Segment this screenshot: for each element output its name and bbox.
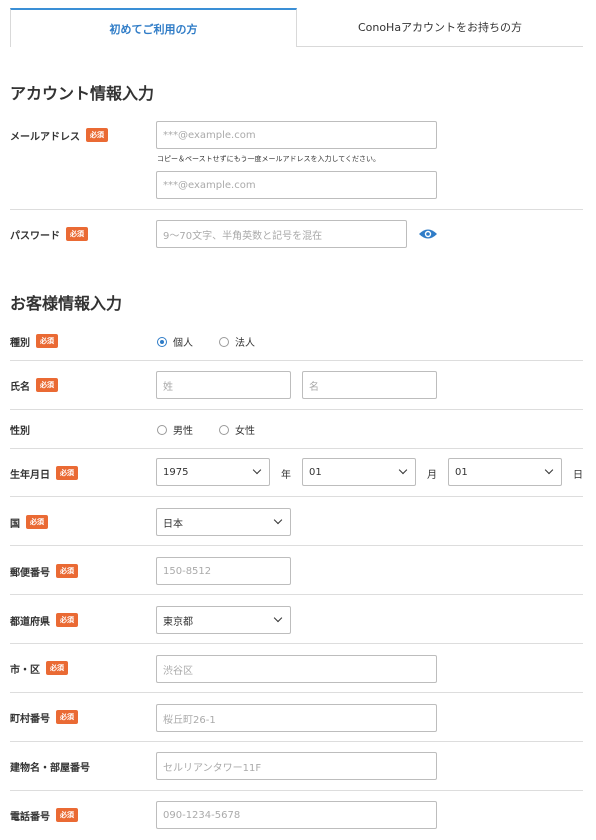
postal-label-text: 郵便番号 <box>10 567 50 579</box>
birth-label: 生年月日 必須 <box>10 465 78 481</box>
required-badge: 必須 <box>56 710 78 724</box>
required-badge: 必須 <box>56 808 78 822</box>
divider <box>10 692 583 693</box>
type-option-label: 個人 <box>173 338 193 349</box>
email-confirm-field[interactable]: ***@example.com <box>156 171 437 199</box>
city-field[interactable]: 渋谷区 <box>156 655 437 683</box>
divider <box>10 409 583 410</box>
year-unit: 年 <box>281 470 291 481</box>
tab-existing-account[interactable]: ConoHaアカウントをお持ちの方 <box>297 8 583 47</box>
required-badge: 必須 <box>86 128 108 142</box>
account-section-title: アカウント情報入力 <box>10 84 155 103</box>
birth-day-select[interactable]: 01 <box>448 458 562 486</box>
radio-checked-icon <box>157 336 167 347</box>
divider <box>10 209 583 210</box>
country-value: 日本 <box>163 518 183 530</box>
gender-option-label: 女性 <box>235 426 255 437</box>
type-label-text: 種別 <box>10 337 30 349</box>
phone-label: 電話番号 必須 <box>10 807 78 823</box>
divider <box>10 360 583 361</box>
first-name-field[interactable]: 名 <box>302 371 437 399</box>
required-badge: 必須 <box>66 227 88 241</box>
country-select[interactable]: 日本 <box>156 508 291 536</box>
required-badge: 必須 <box>26 515 48 529</box>
tab-first-time[interactable]: 初めてご利用の方 <box>10 8 297 47</box>
password-field[interactable]: 9〜70文字、半角英数と記号を混在 <box>156 220 407 248</box>
divider <box>10 448 583 449</box>
gender-option-label: 男性 <box>173 426 193 437</box>
phone-field[interactable]: 090-1234-5678 <box>156 801 437 829</box>
divider <box>10 545 583 546</box>
email-label-text: メールアドレス <box>10 131 80 143</box>
required-badge: 必須 <box>56 564 78 578</box>
prefecture-label: 都道府県 必須 <box>10 612 78 628</box>
password-label: パスワード 必須 <box>10 226 88 242</box>
gender-label-text: 性別 <box>10 425 30 437</box>
gender-option-female[interactable]: 女性 <box>219 422 255 437</box>
required-badge: 必須 <box>46 661 68 675</box>
birth-month-value: 01 <box>309 466 322 478</box>
chevron-down-icon <box>252 465 262 475</box>
city-label: 市・区 必須 <box>10 660 68 676</box>
type-option-corporate[interactable]: 法人 <box>219 334 255 349</box>
last-name-field[interactable]: 姓 <box>156 371 291 399</box>
radio-unchecked-icon <box>219 336 229 347</box>
chevron-down-icon <box>398 465 408 475</box>
email-field[interactable]: ***@example.com <box>156 121 437 149</box>
country-label: 国 必須 <box>10 514 48 530</box>
city-label-text: 市・区 <box>10 664 40 676</box>
birth-day-value: 01 <box>455 466 468 478</box>
customer-section-title: お客様情報入力 <box>10 294 123 313</box>
divider <box>10 594 583 595</box>
birth-month-select[interactable]: 01 <box>302 458 416 486</box>
name-label: 氏名 必須 <box>10 377 58 393</box>
chevron-down-icon <box>273 515 283 525</box>
birth-label-text: 生年月日 <box>10 469 50 481</box>
gender-option-male[interactable]: 男性 <box>157 422 193 437</box>
chevron-down-icon <box>544 465 554 475</box>
divider <box>10 643 583 644</box>
required-badge: 必須 <box>56 613 78 627</box>
eye-icon[interactable] <box>418 228 438 240</box>
country-label-text: 国 <box>10 518 20 530</box>
divider <box>10 741 583 742</box>
required-badge: 必須 <box>36 378 58 392</box>
email-hint: コピー＆ペーストせずにもう一度メールアドレスを入力してください。 <box>157 155 381 163</box>
town-field[interactable]: 桜丘町26-1 <box>156 704 437 732</box>
gender-label: 性別 <box>10 421 30 437</box>
prefecture-select[interactable]: 東京都 <box>156 606 291 634</box>
radio-unchecked-icon <box>219 424 229 435</box>
type-label: 種別 必須 <box>10 333 58 349</box>
required-badge: 必須 <box>56 466 78 480</box>
birth-year-select[interactable]: 1975 <box>156 458 270 486</box>
prefecture-label-text: 都道府県 <box>10 616 50 628</box>
postal-label: 郵便番号 必須 <box>10 563 78 579</box>
required-badge: 必須 <box>36 334 58 348</box>
type-option-individual[interactable]: 個人 <box>157 334 193 349</box>
building-label: 建物名・部屋番号 <box>10 758 90 774</box>
name-label-text: 氏名 <box>10 381 30 393</box>
radio-unchecked-icon <box>157 424 167 435</box>
building-label-text: 建物名・部屋番号 <box>10 762 90 774</box>
type-radio-group: 個人 法人 <box>157 334 281 349</box>
day-unit: 日 <box>573 470 583 481</box>
town-label-text: 町村番号 <box>10 713 50 725</box>
email-label: メールアドレス 必須 <box>10 127 108 143</box>
type-option-label: 法人 <box>235 338 255 349</box>
signup-tabs: 初めてご利用の方 ConoHaアカウントをお持ちの方 <box>10 8 583 47</box>
month-unit: 月 <box>427 470 437 481</box>
phone-label-text: 電話番号 <box>10 811 50 823</box>
town-label: 町村番号 必須 <box>10 709 78 725</box>
prefecture-value: 東京都 <box>163 616 193 628</box>
birth-year-value: 1975 <box>163 466 189 478</box>
chevron-down-icon <box>273 613 283 623</box>
building-field[interactable]: セルリアンタワー11F <box>156 752 437 780</box>
postal-code-field[interactable]: 150-8512 <box>156 557 291 585</box>
gender-radio-group: 男性 女性 <box>157 422 281 437</box>
divider <box>10 496 583 497</box>
divider <box>10 790 583 791</box>
password-label-text: パスワード <box>10 230 60 242</box>
